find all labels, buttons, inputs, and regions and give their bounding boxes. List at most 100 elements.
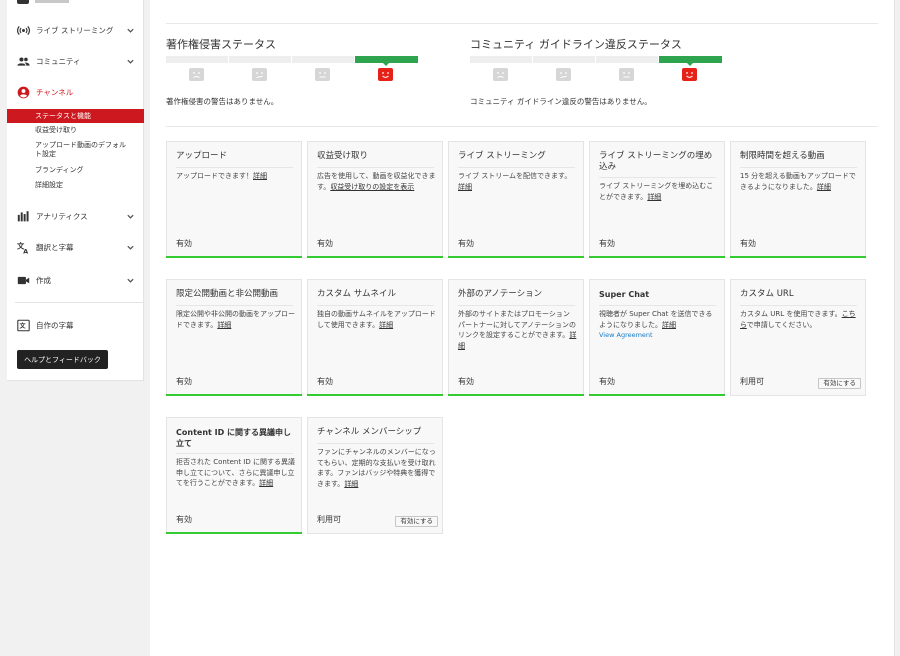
chevron-down-icon[interactable] bbox=[125, 211, 135, 221]
learn-more-link[interactable]: 詳細 bbox=[344, 480, 358, 488]
sidebar: ライブ ストリーミング コミュニティ チャンネル ステータスと機能 収益受け取り… bbox=[7, 0, 144, 381]
card-description: 独自の動画サムネイルをアップロードして使用できます。詳細 bbox=[317, 309, 437, 330]
sidebar-item-live-streaming[interactable]: ライブ ストリーミング bbox=[7, 20, 144, 40]
monetization-settings-link[interactable]: 収益受け取りの設定を表示 bbox=[330, 183, 414, 191]
learn-more-link[interactable]: 詳細 bbox=[458, 183, 472, 191]
card-description: ライブ ストリームを配信できます。詳細 bbox=[458, 171, 578, 192]
learn-more-link[interactable]: 詳細 bbox=[379, 321, 393, 329]
copyright-status-note: 著作権侵害の警告はありません。 bbox=[166, 97, 279, 106]
svg-text:文: 文 bbox=[18, 321, 26, 329]
card-divider bbox=[740, 305, 857, 306]
top-divider bbox=[166, 23, 878, 24]
card-description: 広告を使用して、動画を収益化できます。収益受け取りの設定を表示 bbox=[317, 171, 437, 192]
section-divider bbox=[166, 126, 878, 127]
enabled-bar bbox=[307, 256, 443, 258]
create-icon bbox=[16, 273, 30, 287]
sidebar-subitem-advanced[interactable]: 詳細設定 bbox=[7, 181, 144, 190]
sidebar-item-subtitles[interactable]: 文 自作の字幕 bbox=[7, 315, 144, 335]
feature-card-custom-url: カスタム URL カスタム URL を使用できます。こちらで申請してください。 … bbox=[730, 279, 866, 396]
enabled-bar bbox=[730, 256, 866, 258]
sidebar-subitem-status[interactable]: ステータスと機能 bbox=[7, 109, 144, 123]
feature-card-custom-thumbnail: カスタム サムネイル 独自の動画サムネイルをアップロードして使用できます。詳細 … bbox=[307, 279, 443, 396]
learn-more-link[interactable]: 詳細 bbox=[662, 321, 676, 329]
card-status: 有効 bbox=[599, 239, 615, 248]
enabled-bar bbox=[307, 394, 443, 396]
chevron-down-icon[interactable] bbox=[125, 25, 135, 35]
card-status: 有効 bbox=[176, 515, 192, 524]
sidebar-item-analytics[interactable]: アナリティクス bbox=[7, 206, 144, 226]
sidebar-subitem-branding[interactable]: ブランディング bbox=[7, 166, 144, 175]
feature-card-monetization: 収益受け取り 広告を使用して、動画を収益化できます。収益受け取りの設定を表示 有… bbox=[307, 141, 443, 258]
card-divider bbox=[176, 453, 293, 454]
learn-more-link[interactable]: 詳細 bbox=[817, 183, 831, 191]
meter-pointer bbox=[686, 62, 694, 66]
enabled-bar bbox=[448, 256, 584, 258]
card-title: カスタム URL bbox=[740, 289, 794, 299]
learn-more-link[interactable]: 詳細 bbox=[647, 193, 661, 201]
card-description: 視聴者が Super Chat を送信できるようになりました。詳細 bbox=[599, 309, 719, 330]
sidebar-item-channel[interactable]: チャンネル bbox=[7, 82, 144, 102]
sidebar-item-label: アナリティクス bbox=[36, 211, 88, 221]
view-agreement-link[interactable]: View Agreement bbox=[599, 331, 653, 339]
card-divider bbox=[599, 177, 716, 178]
guidelines-strike-meter bbox=[470, 56, 722, 63]
enable-button[interactable]: 有効にする bbox=[818, 378, 861, 389]
sad-face-icon bbox=[189, 68, 204, 81]
card-title: ライブ ストリーミング bbox=[458, 151, 546, 161]
meter-segment bbox=[229, 56, 291, 63]
learn-more-link[interactable]: 詳細 bbox=[253, 172, 267, 180]
enable-button[interactable]: 有効にする bbox=[395, 516, 438, 527]
card-description-text: 独自の動画サムネイルをアップロードして使用できます。 bbox=[317, 310, 436, 329]
card-description: カスタム URL を使用できます。こちらで申請してください。 bbox=[740, 309, 860, 330]
card-status: 利用可 bbox=[740, 377, 764, 386]
status-faces bbox=[470, 68, 722, 82]
card-description: 拒否された Content ID に関する異議申し立てについて、さらに異議申し立… bbox=[176, 457, 296, 489]
neutral-face-icon bbox=[556, 68, 571, 81]
enabled-bar bbox=[589, 394, 725, 396]
sidebar-item-translations[interactable]: 文A 翻訳と字幕 bbox=[7, 237, 144, 257]
card-divider bbox=[317, 305, 434, 306]
channel-icon bbox=[16, 85, 30, 99]
meter-segment bbox=[470, 56, 532, 63]
card-description-text: カスタム URL を使用できます。 bbox=[740, 310, 842, 318]
sidebar-subitem-monetization[interactable]: 収益受け取り bbox=[7, 126, 144, 135]
card-description-text: アップロードできます！ bbox=[176, 172, 253, 180]
card-divider bbox=[176, 167, 293, 168]
sidebar-item-label: コミュニティ bbox=[36, 56, 81, 66]
feature-card-live-streaming: ライブ ストリーミング ライブ ストリームを配信できます。詳細 有効 bbox=[448, 141, 584, 258]
card-title: 外部のアノテーション bbox=[458, 289, 543, 299]
card-description-text: 拒否された Content ID に関する異議申し立てについて、さらに異議申し立… bbox=[176, 458, 295, 487]
sidebar-item-create[interactable]: 作成 bbox=[7, 270, 144, 290]
feature-card-upload: アップロード アップロードできます！詳細 有効 bbox=[166, 141, 302, 258]
learn-more-link[interactable]: 詳細 bbox=[217, 321, 231, 329]
chevron-down-icon[interactable] bbox=[125, 242, 135, 252]
card-title: Content ID に関する異議申し立て bbox=[176, 428, 292, 448]
card-status: 有効 bbox=[317, 239, 333, 248]
help-feedback-button[interactable]: ヘルプとフィードバック bbox=[17, 350, 108, 369]
chevron-down-icon[interactable] bbox=[125, 275, 135, 285]
card-status: 利用可 bbox=[317, 515, 341, 524]
card-status: 有効 bbox=[599, 377, 615, 386]
enabled-bar bbox=[166, 394, 302, 396]
chevron-down-icon[interactable] bbox=[125, 56, 135, 66]
sidebar-item-community[interactable]: コミュニティ bbox=[7, 51, 144, 71]
guidelines-status-note: コミュニティ ガイドライン違反の警告はありません。 bbox=[470, 97, 652, 106]
card-divider bbox=[458, 305, 575, 306]
card-status: 有効 bbox=[176, 239, 192, 248]
feature-card-live-embed: ライブ ストリーミングの埋め込み ライブ ストリーミングを埋め込むことができます… bbox=[589, 141, 725, 258]
video-icon bbox=[17, 0, 29, 4]
card-description-text: ファンにチャンネルのメンバーになってもらい、定期的な支払いを受け取れます。ファン… bbox=[317, 448, 436, 488]
feature-card-super-chat: Super Chat 視聴者が Super Chat を送信できるようになりまし… bbox=[589, 279, 725, 396]
card-description-text: で申請してください。 bbox=[746, 320, 817, 329]
guidelines-status: コミュニティ ガイドライン違反ステータス コミュニティ ガイドライン違反の警告は… bbox=[470, 36, 732, 106]
enabled-bar bbox=[589, 256, 725, 258]
feature-card-unlisted-private: 限定公開動画と非公開動画 限定公開や非公開の動画をアップロードできます。詳細 有… bbox=[166, 279, 302, 396]
card-status: 有効 bbox=[458, 239, 474, 248]
meter-segment bbox=[292, 56, 354, 63]
learn-more-link[interactable]: 詳細 bbox=[259, 479, 273, 487]
card-divider bbox=[317, 167, 434, 168]
enabled-bar bbox=[166, 532, 302, 534]
sad-face-icon bbox=[493, 68, 508, 81]
sidebar-subitem-upload-defaults[interactable]: アップロード動画のデフォルト設定 bbox=[7, 141, 127, 159]
card-description-text: 限定公開や非公開の動画をアップロードできます。 bbox=[176, 310, 295, 329]
